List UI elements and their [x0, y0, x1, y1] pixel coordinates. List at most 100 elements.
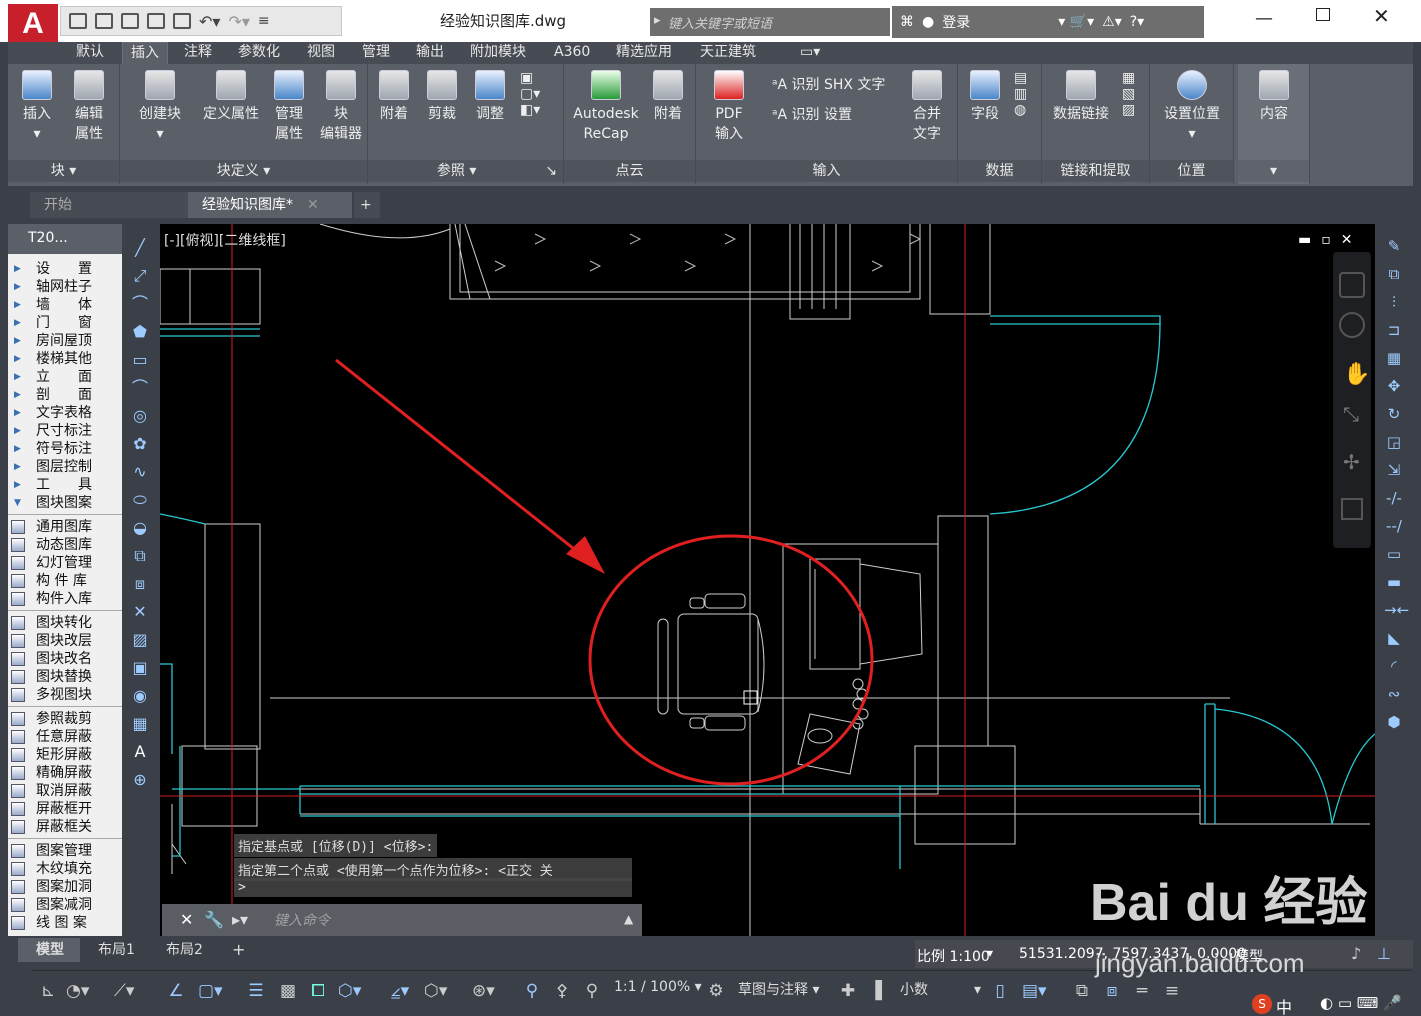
- tab-output[interactable]: 输出: [416, 42, 444, 64]
- tab-annotate[interactable]: 注释: [184, 42, 212, 64]
- user-icon[interactable]: ●: [922, 14, 934, 30]
- trim-icon[interactable]: -/-: [1384, 488, 1404, 508]
- break-icon[interactable]: ▬: [1384, 572, 1404, 592]
- palette-title[interactable]: T20...: [8, 224, 122, 254]
- palette-tool-item[interactable]: 通用图库: [8, 518, 122, 536]
- add-layout-button[interactable]: +: [232, 938, 252, 962]
- binoculars-icon[interactable]: ⌘: [900, 14, 914, 30]
- tab-layout1[interactable]: 布局1: [84, 938, 148, 962]
- help-search-input[interactable]: 键入关键字或短语: [650, 8, 890, 36]
- palette-menu-item[interactable]: ▶ 图层控制: [8, 458, 122, 476]
- make-block-icon[interactable]: ⧈: [130, 574, 150, 594]
- attach-button[interactable]: 附着: [374, 68, 414, 124]
- palette-tool-item[interactable]: 图块转化: [8, 614, 122, 632]
- close-window-button[interactable]: ✕: [1373, 4, 1390, 28]
- hardware-acceleration-icon[interactable]: ⧈: [1102, 981, 1122, 1001]
- mtext-icon[interactable]: A: [130, 742, 150, 762]
- recent-commands-icon[interactable]: ▸▾: [232, 910, 248, 929]
- annotation-scale[interactable]: 比例 1:100: [917, 946, 990, 966]
- palette-tool-item[interactable]: 动态图库: [8, 536, 122, 554]
- link-small-icons[interactable]: ▦ ▧ ▨: [1122, 70, 1135, 118]
- save-as-icon[interactable]: [147, 13, 165, 29]
- palette-menu-item[interactable]: ▶ 尺寸标注: [8, 422, 122, 440]
- palette-tool-item[interactable]: 多视图块: [8, 686, 122, 704]
- ellipse-icon[interactable]: ⬭: [130, 490, 150, 510]
- polyline-icon[interactable]: ⌒: [130, 294, 150, 314]
- data-link-button[interactable]: 数据链接: [1046, 68, 1116, 124]
- units-icon[interactable]: ▌: [872, 981, 892, 1001]
- lock-ui-icon[interactable]: ▤▾: [1022, 981, 1047, 1001]
- palette-tool-item[interactable]: 构件入库: [8, 590, 122, 608]
- palette-tool-item[interactable]: 图块改层: [8, 632, 122, 650]
- explode-icon[interactable]: ⬢: [1384, 712, 1404, 732]
- array-icon[interactable]: ▦: [1384, 348, 1404, 368]
- maximize-button[interactable]: [1316, 8, 1330, 21]
- extend-icon[interactable]: --/: [1384, 516, 1404, 536]
- units-select[interactable]: 小数 ▾: [900, 979, 981, 999]
- ime-logo-icon[interactable]: S: [1252, 994, 1272, 1014]
- line-icon[interactable]: ╱: [130, 238, 150, 258]
- region-icon[interactable]: ◉: [130, 686, 150, 706]
- tab-addins[interactable]: 附加模块: [470, 42, 526, 64]
- login-button[interactable]: 登录: [942, 12, 970, 32]
- edit-attributes-button[interactable]: 编辑 属性: [64, 68, 114, 144]
- steering-wheel-icon[interactable]: [1339, 272, 1365, 298]
- rectangle-icon[interactable]: ▭: [130, 350, 150, 370]
- group-label-block[interactable]: 块 ▾: [8, 160, 119, 182]
- revcloud-icon[interactable]: ✿: [130, 434, 150, 454]
- palette-menu-item[interactable]: ▼ 图块图案: [8, 494, 122, 512]
- set-location-button[interactable]: 设置位置 ▾: [1158, 68, 1226, 144]
- palette-tool-item[interactable]: 精确屏蔽: [8, 764, 122, 782]
- 3d-osnap-icon[interactable]: ⬡▾: [338, 981, 361, 1001]
- palette-menu-item[interactable]: ▶ 工 具: [8, 476, 122, 494]
- insert-block-tool-icon[interactable]: ⧉: [130, 546, 150, 566]
- palette-tool-item[interactable]: 屏蔽框开: [8, 800, 122, 818]
- group-label-block-definition[interactable]: 块定义 ▾: [120, 160, 367, 182]
- command-history-toggle[interactable]: ▲: [624, 912, 633, 926]
- scale-icon[interactable]: ◲: [1384, 432, 1404, 452]
- circle-icon[interactable]: ◎: [130, 406, 150, 426]
- redo-icon[interactable]: ↷▾: [228, 12, 249, 31]
- scale-dropdown-icon[interactable]: ▾: [987, 946, 993, 960]
- mirror-icon[interactable]: ⫶: [1384, 292, 1404, 312]
- customize-icon[interactable]: 🔧: [204, 910, 224, 929]
- ribbon-minimize-icon[interactable]: ▭▾: [800, 42, 820, 64]
- ime-mode[interactable]: 中: [1276, 994, 1292, 1016]
- print-icon[interactable]: [173, 13, 191, 29]
- content-expand-icon[interactable]: ▾: [1238, 160, 1309, 182]
- table-icon[interactable]: ▦: [130, 714, 150, 734]
- clip-button[interactable]: 剪裁: [422, 68, 462, 124]
- add-selected-icon[interactable]: ⊕: [130, 770, 150, 790]
- palette-tool-item[interactable]: 图案减洞: [8, 896, 122, 914]
- point-icon[interactable]: ✕: [130, 602, 150, 622]
- arc-icon[interactable]: ⌒: [130, 378, 150, 398]
- combine-text-button[interactable]: 合并 文字: [904, 68, 950, 144]
- drawing-canvas[interactable]: [160, 224, 1375, 936]
- break-point-icon[interactable]: ▭: [1384, 544, 1404, 564]
- spline-icon[interactable]: ∿: [130, 462, 150, 482]
- tab-insert[interactable]: 插入: [122, 42, 168, 64]
- rotate-icon[interactable]: ↻: [1384, 404, 1404, 424]
- offset-icon[interactable]: ⊐: [1384, 320, 1404, 340]
- polar-tracking-icon[interactable]: ▢▾: [198, 981, 223, 1001]
- palette-tool-item[interactable]: 图块改名: [8, 650, 122, 668]
- palette-menu-item[interactable]: ▶ 立 面: [8, 368, 122, 386]
- group-label-reference[interactable]: 参照 ▾ ↘: [368, 160, 563, 182]
- quick-properties-icon[interactable]: ▯: [990, 981, 1010, 1001]
- palette-menu-item[interactable]: ▶ 房间屋顶: [8, 332, 122, 350]
- recognize-shx-button[interactable]: ᵃA 识别 SHX 文字: [772, 74, 885, 94]
- palette-tool-item[interactable]: 图案管理: [8, 842, 122, 860]
- isolate-objects-icon[interactable]: ⧉: [1072, 981, 1092, 1001]
- cart-icon[interactable]: ▾ 🛒▾: [1058, 14, 1094, 30]
- selection-cycling-icon[interactable]: ⧠: [308, 981, 328, 1001]
- qat-dropdown-icon[interactable]: ≡: [258, 13, 270, 29]
- full-navigation-icon[interactable]: [1339, 312, 1365, 338]
- tab-manage[interactable]: 管理: [362, 42, 390, 64]
- zoom-icon[interactable]: ⤡: [1343, 402, 1359, 426]
- palette-tool-item[interactable]: 幻灯管理: [8, 554, 122, 572]
- data-small-icons[interactable]: ▤ ▥ ◍: [1014, 70, 1027, 118]
- pan-icon[interactable]: ✋: [1343, 362, 1370, 387]
- fillet-icon[interactable]: ◜: [1384, 656, 1404, 676]
- palette-tool-item[interactable]: 矩形屏蔽: [8, 746, 122, 764]
- palette-menu-item[interactable]: ▶ 剖 面: [8, 386, 122, 404]
